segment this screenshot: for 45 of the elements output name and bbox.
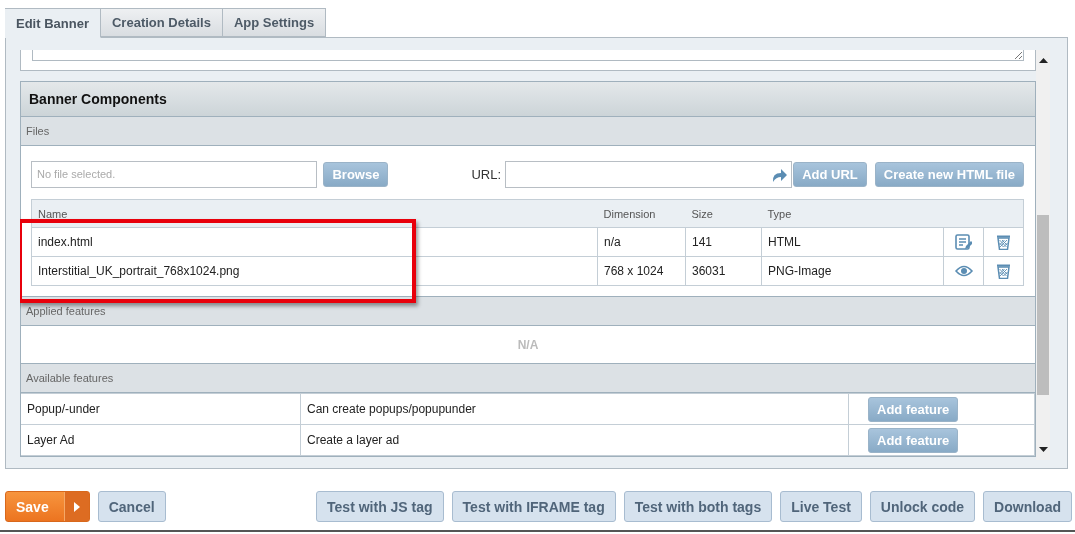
trash-icon[interactable]	[996, 263, 1011, 279]
action-button[interactable]: Unlock code	[869, 491, 976, 522]
feature-name: Popup/-under	[27, 402, 100, 416]
eye-icon[interactable]	[954, 265, 973, 277]
scrollbar[interactable]	[1036, 50, 1050, 460]
scroll-down-arrow-icon[interactable]	[1038, 447, 1048, 452]
feature-description: Create a layer ad	[307, 433, 400, 447]
feature-description: Can create popups/popupunder	[307, 402, 476, 416]
resize-grip-icon[interactable]	[1014, 51, 1023, 60]
tab[interactable]: Creation Details	[100, 8, 223, 37]
file-type: HTML	[768, 235, 801, 249]
empty-text: N/A	[517, 337, 539, 352]
column-header: Name	[38, 207, 68, 220]
feature-name: Layer Ad	[27, 433, 75, 447]
trash-icon[interactable]	[996, 234, 1011, 250]
action-button[interactable]: Test with JS tag	[316, 491, 444, 522]
url-label: URL:	[471, 166, 502, 182]
action-button[interactable]: Download	[983, 491, 1072, 522]
redo-arrow-icon[interactable]	[771, 166, 789, 182]
available-features-label: Available features	[26, 372, 114, 384]
column-header: Size	[691, 207, 713, 220]
save-button[interactable]: Save	[5, 491, 90, 522]
file-field[interactable]: No file selected.	[31, 160, 318, 188]
file-size: 141	[692, 235, 713, 249]
action-button[interactable]: Test with both tags	[623, 491, 773, 522]
action-button[interactable]: Test with IFRAME tag	[451, 491, 616, 522]
dimension: 768 x 1024	[604, 264, 664, 278]
file-size: 36031	[692, 264, 726, 278]
action-button[interactable]: Live Test	[780, 491, 862, 522]
column-header: Dimension	[603, 207, 656, 220]
action-button[interactable]: Cancel	[97, 491, 166, 522]
files-label: Files	[26, 125, 50, 137]
column-header: Type	[767, 207, 792, 220]
edit-document-icon[interactable]	[955, 233, 972, 251]
tab[interactable]: App Settings	[222, 8, 327, 37]
file-type: PNG-Image	[768, 264, 832, 278]
applied-features-label: Applied features	[26, 305, 106, 317]
file-name: Interstitial_UK_portrait_768x1024.png	[38, 264, 240, 278]
section-title: Banner Components	[29, 91, 167, 107]
dimension: n/a	[604, 235, 621, 249]
scroll-up-arrow-icon[interactable]	[1038, 58, 1048, 63]
url-field[interactable]	[505, 160, 793, 188]
file-name: index.html	[38, 235, 93, 249]
caret-icon[interactable]	[73, 501, 80, 512]
tab[interactable]: Edit Banner	[5, 8, 101, 38]
